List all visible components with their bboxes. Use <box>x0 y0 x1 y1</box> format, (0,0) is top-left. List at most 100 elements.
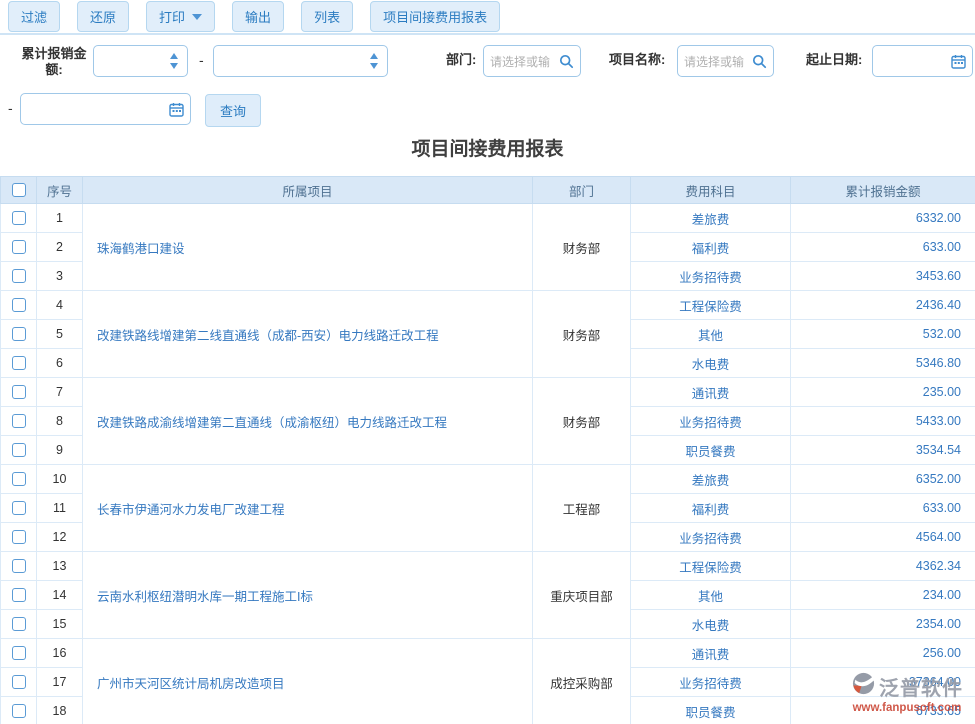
project-link[interactable]: 珠海鹤港口建设 <box>83 204 533 291</box>
date-to-input[interactable] <box>20 93 191 125</box>
row-checkbox[interactable] <box>12 675 26 689</box>
header-seq: 序号 <box>37 177 83 204</box>
row-checkbox[interactable] <box>12 298 26 312</box>
expense-category-link[interactable]: 工程保险费 <box>631 291 791 320</box>
expense-category-link[interactable]: 职员餐费 <box>631 697 791 724</box>
expense-category-link[interactable]: 其他 <box>631 320 791 349</box>
restore-button[interactable]: 还原 <box>77 1 129 32</box>
report-tab-button[interactable]: 项目间接费用报表 <box>370 1 500 32</box>
expense-category-link[interactable]: 水电费 <box>631 349 791 378</box>
expense-category-link[interactable]: 福利费 <box>631 233 791 262</box>
department-label: 部门: <box>446 52 476 68</box>
export-button[interactable]: 输出 <box>232 1 284 32</box>
amount-cell: 3534.54 <box>791 436 975 465</box>
search-icon[interactable] <box>559 54 574 69</box>
header-select-all-cell <box>1 177 37 204</box>
spinner-down-icon[interactable] <box>370 63 378 69</box>
expense-category-link[interactable]: 职员餐费 <box>631 436 791 465</box>
row-seq: 12 <box>37 523 83 552</box>
filter-button[interactable]: 过滤 <box>8 1 60 32</box>
expense-category-link[interactable]: 福利费 <box>631 494 791 523</box>
project-link[interactable]: 长春市伊通河水力发电厂改建工程 <box>83 465 533 552</box>
amount-cell: 633.00 <box>791 494 975 523</box>
expense-category-link[interactable]: 工程保险费 <box>631 552 791 581</box>
amount-from-input[interactable] <box>93 45 188 77</box>
row-seq: 3 <box>37 262 83 291</box>
row-checkbox[interactable] <box>12 240 26 254</box>
amount-to-input[interactable] <box>213 45 388 77</box>
row-checkbox-cell <box>1 494 37 523</box>
row-checkbox[interactable] <box>12 414 26 428</box>
row-seq: 6 <box>37 349 83 378</box>
project-link[interactable]: 云南水利枢纽潜明水库一期工程施工I标 <box>83 552 533 639</box>
row-checkbox[interactable] <box>12 327 26 341</box>
spinner-up-icon[interactable] <box>370 53 378 59</box>
expense-category-link[interactable]: 业务招待费 <box>631 523 791 552</box>
department-cell: 财务部 <box>533 291 631 378</box>
row-checkbox-cell <box>1 697 37 724</box>
row-checkbox[interactable] <box>12 472 26 486</box>
print-button[interactable]: 打印 <box>146 1 215 32</box>
row-checkbox[interactable] <box>12 704 26 718</box>
row-seq: 14 <box>37 581 83 610</box>
row-checkbox[interactable] <box>12 588 26 602</box>
amount-cell: 256.00 <box>791 639 975 668</box>
row-checkbox[interactable] <box>12 269 26 283</box>
row-checkbox[interactable] <box>12 211 26 225</box>
header-department: 部门 <box>533 177 631 204</box>
row-seq: 7 <box>37 378 83 407</box>
calendar-icon[interactable] <box>169 102 184 117</box>
expense-category-link[interactable]: 业务招待费 <box>631 668 791 697</box>
department-search-input[interactable]: 请选择或输 <box>483 45 581 77</box>
expense-category-link[interactable]: 差旅费 <box>631 204 791 233</box>
list-button[interactable]: 列表 <box>301 1 353 32</box>
department-cell: 重庆项目部 <box>533 552 631 639</box>
spinner-down-icon[interactable] <box>170 63 178 69</box>
expense-category-link[interactable]: 业务招待费 <box>631 262 791 291</box>
page-title: 项目间接费用报表 <box>0 134 975 161</box>
project-link[interactable]: 改建铁路成渝线增建第二直通线（成渝枢纽）电力线路迁改工程 <box>83 378 533 465</box>
project-link[interactable]: 改建铁路线增建第二线直通线（成都-西安）电力线路迁改工程 <box>83 291 533 378</box>
amount-range-label: 累计报销金额: <box>16 46 92 78</box>
department-cell: 工程部 <box>533 465 631 552</box>
expense-category-link[interactable]: 通讯费 <box>631 378 791 407</box>
select-all-checkbox[interactable] <box>12 183 26 197</box>
project-link[interactable]: 广州市天河区统计局机房改造项目 <box>83 639 533 724</box>
amount-cell: 3453.60 <box>791 262 975 291</box>
row-checkbox-cell <box>1 320 37 349</box>
row-checkbox[interactable] <box>12 501 26 515</box>
print-button-label: 打印 <box>159 7 185 26</box>
row-seq: 8 <box>37 407 83 436</box>
expense-category-link[interactable]: 通讯费 <box>631 639 791 668</box>
search-icon[interactable] <box>752 54 767 69</box>
row-checkbox[interactable] <box>12 385 26 399</box>
row-checkbox[interactable] <box>12 559 26 573</box>
department-cell: 成控采购部 <box>533 639 631 724</box>
watermark: 泛普软件 www.fanpusoft.com <box>840 671 974 714</box>
row-checkbox-cell <box>1 204 37 233</box>
row-checkbox[interactable] <box>12 356 26 370</box>
row-seq: 5 <box>37 320 83 349</box>
row-checkbox[interactable] <box>12 617 26 631</box>
row-checkbox-cell <box>1 610 37 639</box>
expense-category-link[interactable]: 水电费 <box>631 610 791 639</box>
expense-category-link[interactable]: 其他 <box>631 581 791 610</box>
expense-category-link[interactable]: 业务招待费 <box>631 407 791 436</box>
query-button[interactable]: 查询 <box>205 94 261 127</box>
date-from-input[interactable] <box>872 45 973 77</box>
row-checkbox-cell <box>1 436 37 465</box>
row-checkbox[interactable] <box>12 530 26 544</box>
amount-cell: 6352.00 <box>791 465 975 494</box>
spinner-up-icon[interactable] <box>170 53 178 59</box>
export-button-label: 输出 <box>245 7 271 26</box>
row-checkbox[interactable] <box>12 646 26 660</box>
amount-from-stepper[interactable] <box>167 53 181 69</box>
row-checkbox[interactable] <box>12 443 26 457</box>
row-checkbox-cell <box>1 668 37 697</box>
amount-to-stepper[interactable] <box>367 53 381 69</box>
calendar-icon[interactable] <box>951 54 966 69</box>
expense-category-link[interactable]: 差旅费 <box>631 465 791 494</box>
department-cell: 财务部 <box>533 204 631 291</box>
project-search-input[interactable]: 请选择或输 <box>677 45 774 77</box>
row-checkbox-cell <box>1 465 37 494</box>
